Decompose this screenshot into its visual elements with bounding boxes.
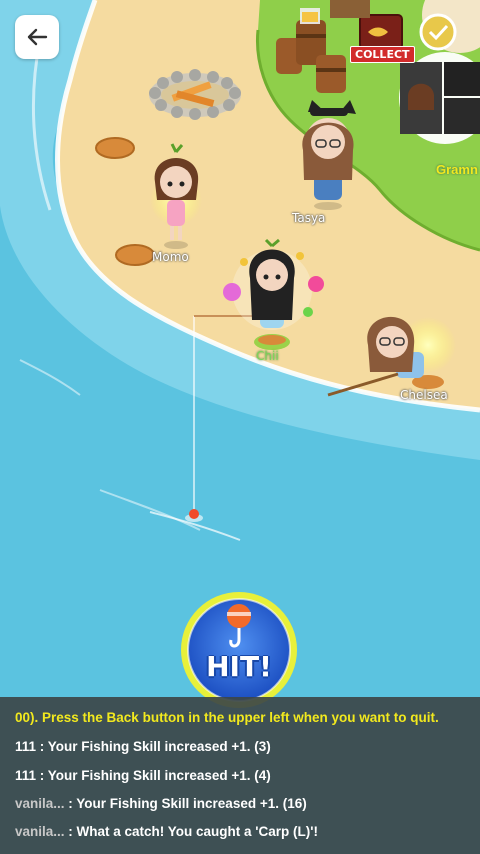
hit-button-label: HIT! [206,650,272,683]
back-button[interactable] [15,15,59,59]
chat-sender: 111 [15,739,37,754]
chat-sender: vanila... [15,824,65,839]
chat-sender: vanila... [15,796,65,811]
player-name-momo: Momo [152,250,189,264]
chat-line: 111 : Your Fishing Skill increased +1. (… [15,739,271,754]
chat-line: vanila... : Your Fishing Skill increased… [15,796,307,811]
chat-text: : Your Fishing Skill increased +1. (4) [36,768,271,783]
player-name-chelsea: Chelsea [400,388,448,402]
player-name-tasya: Tasya [292,211,326,225]
chat-line: 111 : Your Fishing Skill increased +1. (… [15,768,271,783]
profile-name[interactable]: Gramn [436,162,478,177]
chat-sender: 111 [15,768,37,783]
chat-text: : Your Fishing Skill increased +1. (3) [36,739,271,754]
chat-text: : What a catch! You caught a 'Carp (L)'! [64,824,318,839]
arrow-left-icon [27,28,48,46]
mat [95,137,135,159]
hit-button[interactable]: HIT! [183,594,295,706]
player-name-chii: Chii [256,349,279,363]
chat-text: 00). Press the Back button in the upper … [15,710,439,725]
chat-log: 00). Press the Back button in the upper … [0,697,480,854]
chat-line: 00). Press the Back button in the upper … [15,710,439,725]
collect-badge[interactable]: COLLECT [350,46,415,63]
chat-line: vanila... : What a catch! You caught a '… [15,824,318,839]
chat-text: : Your Fishing Skill increased +1. (16) [64,796,307,811]
mat [115,244,155,266]
